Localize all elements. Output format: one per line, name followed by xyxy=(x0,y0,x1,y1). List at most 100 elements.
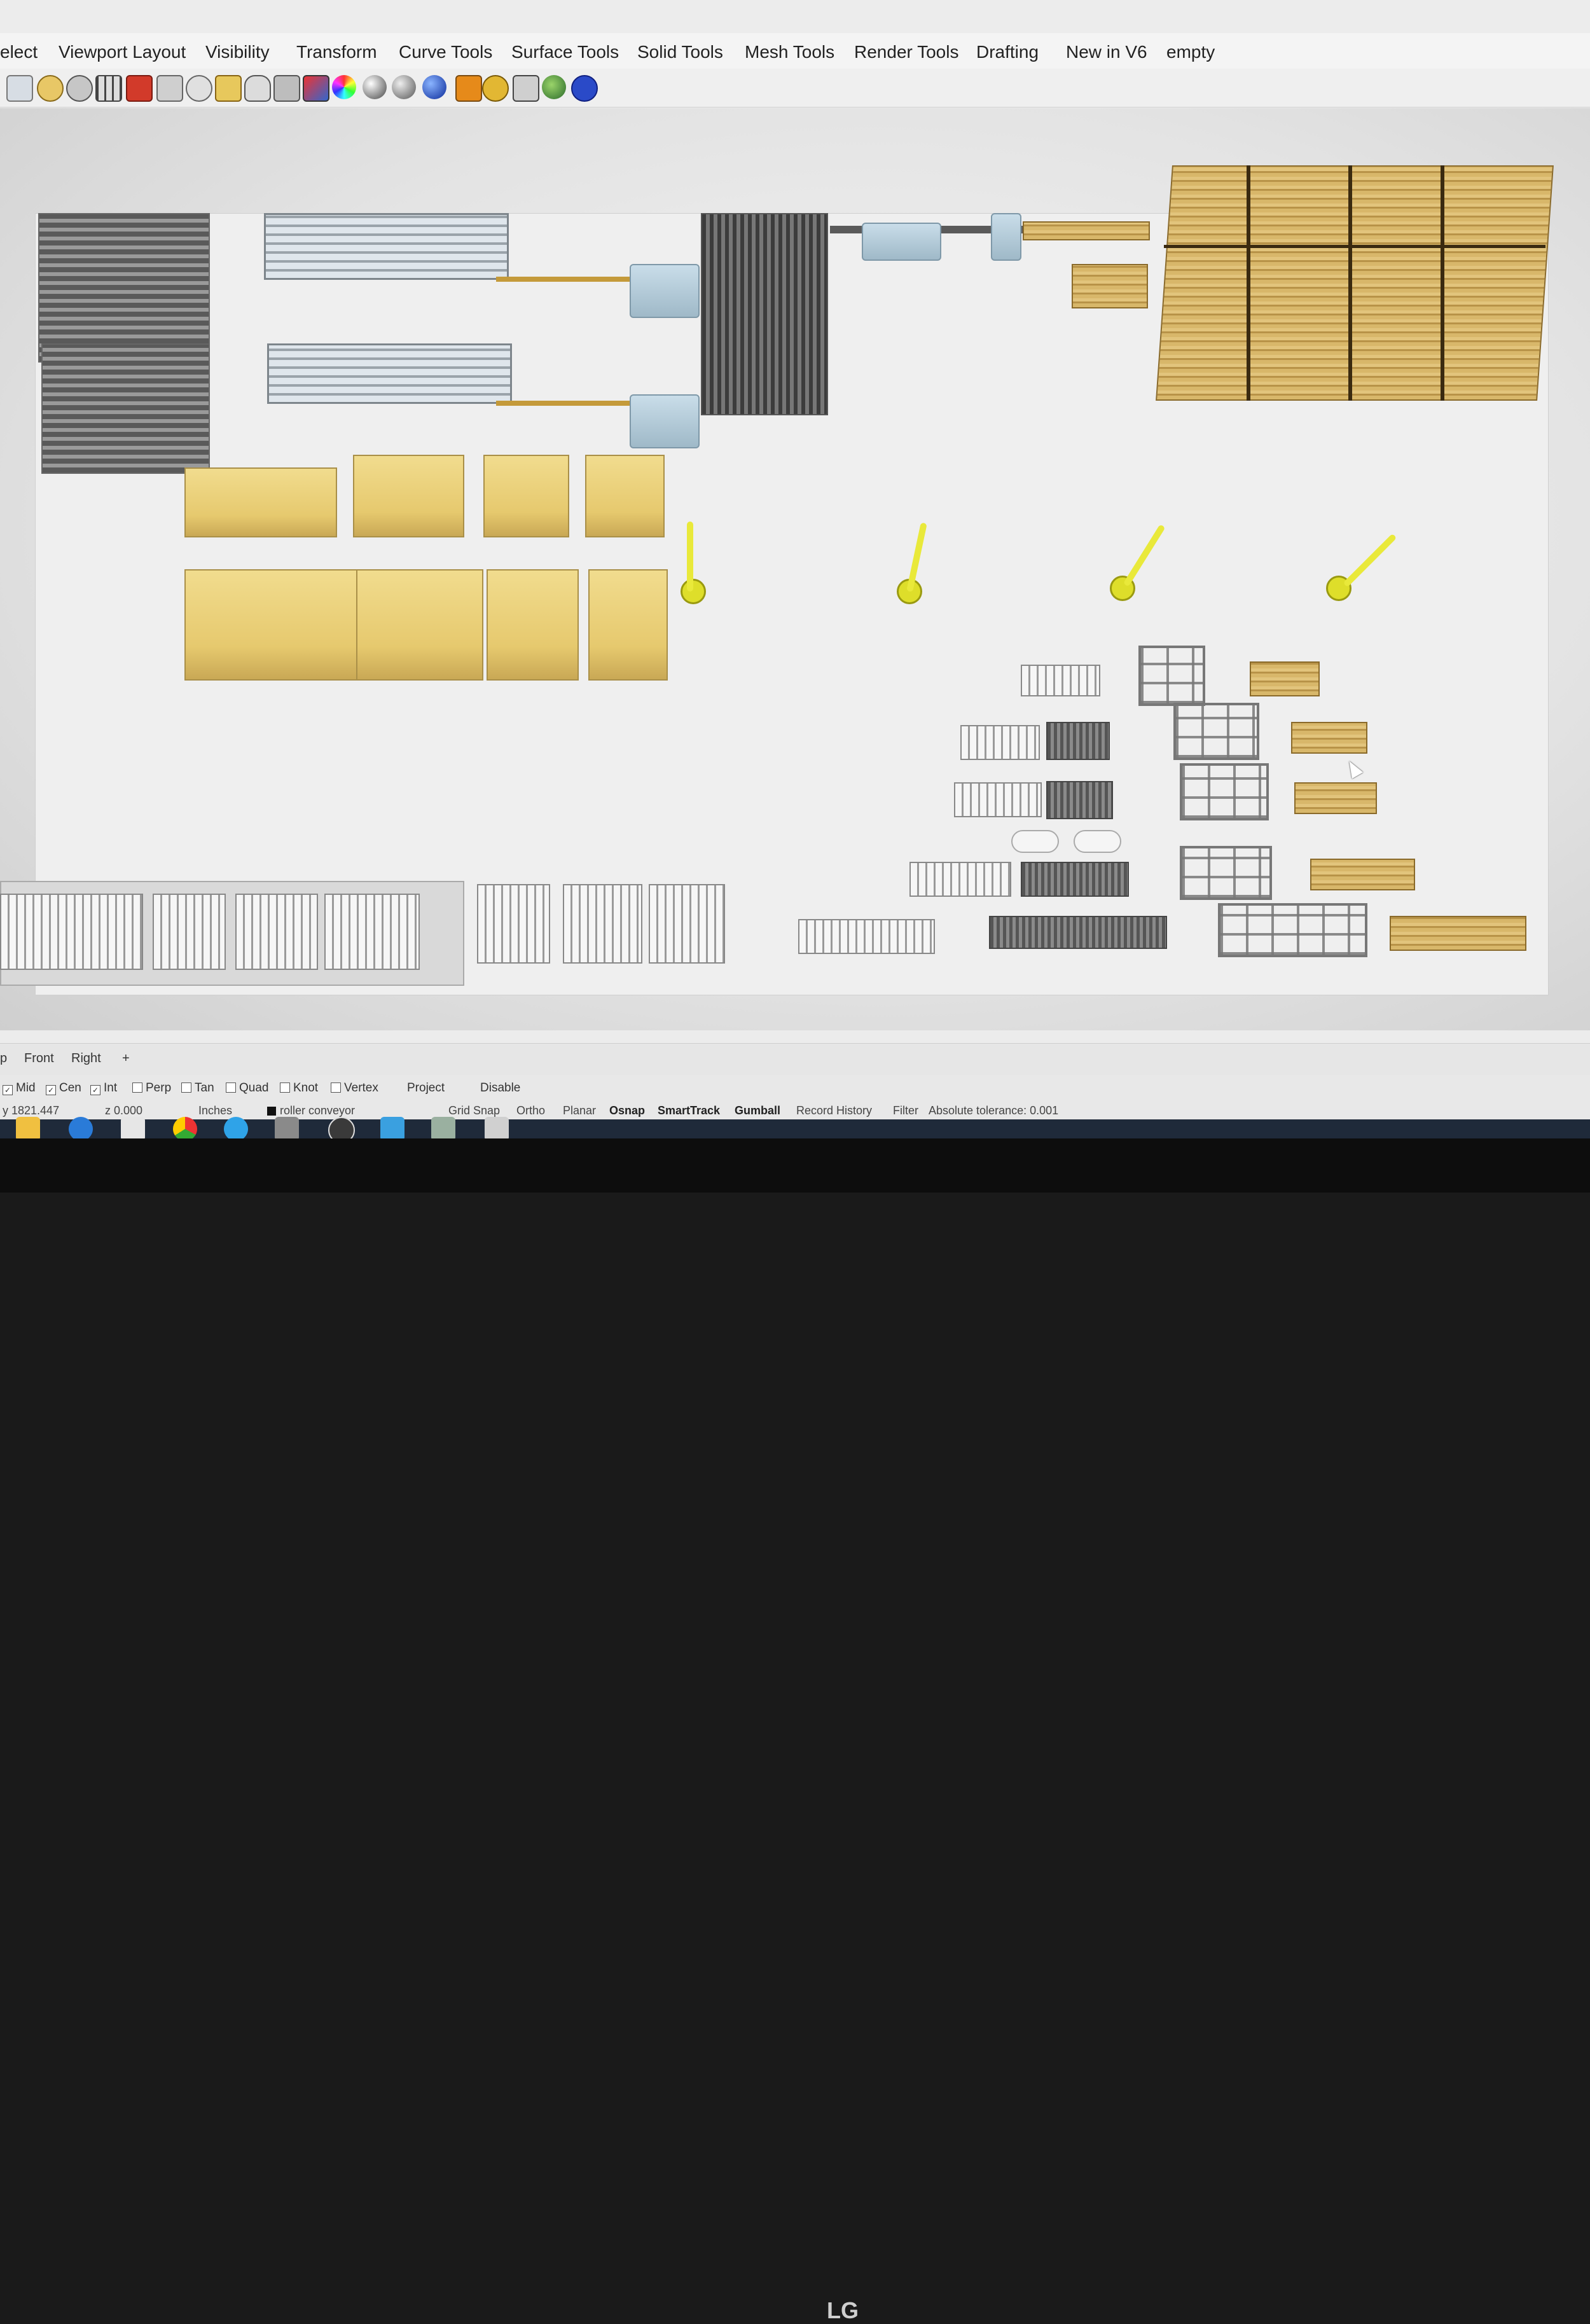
tab-render-tools[interactable]: Render Tools xyxy=(854,42,958,62)
tab-transform[interactable]: Transform xyxy=(296,42,377,62)
filter-button[interactable]: Filter xyxy=(893,1104,918,1117)
tab-empty[interactable]: empty xyxy=(1166,42,1215,62)
tab-solid-tools[interactable]: Solid Tools xyxy=(637,42,723,62)
osnap-label: Mid xyxy=(16,1081,36,1095)
box-stack-3a xyxy=(483,455,569,537)
chrome-icon[interactable] xyxy=(173,1117,197,1138)
app-icon[interactable] xyxy=(380,1117,404,1138)
white-pallet-c xyxy=(954,782,1042,817)
add-viewport-button[interactable]: + xyxy=(122,1051,130,1066)
pallet-rack-upper xyxy=(38,213,210,363)
rotate-view-icon[interactable] xyxy=(66,75,93,102)
grid-icon[interactable] xyxy=(95,75,122,102)
osnap-disable[interactable]: Disable xyxy=(480,1081,520,1095)
sketchup-icon[interactable] xyxy=(431,1117,455,1138)
light-icon[interactable] xyxy=(244,75,271,102)
osnap-vertex[interactable]: Vertex xyxy=(331,1081,378,1095)
osnap-toggle[interactable]: Osnap xyxy=(609,1104,645,1117)
tab-right[interactable]: Right xyxy=(71,1051,101,1066)
robot-1 xyxy=(681,579,706,604)
box-stack-4b xyxy=(588,569,668,681)
edge-icon[interactable] xyxy=(69,1117,93,1138)
osnap-mid[interactable]: ✓ Mid xyxy=(3,1081,36,1095)
ribbon-tabs: elect Viewport Layout Visibility Transfo… xyxy=(0,33,1590,69)
smarttrack-toggle[interactable]: SmartTrack xyxy=(658,1104,720,1117)
tab-viewport-layout[interactable]: Viewport Layout xyxy=(59,42,186,62)
checkbox-icon xyxy=(331,1082,341,1093)
osnap-quad[interactable]: Quad xyxy=(226,1081,268,1095)
checkbox-icon xyxy=(181,1082,191,1093)
tab-perspective[interactable]: p xyxy=(0,1051,7,1066)
tab-drafting[interactable]: Drafting xyxy=(976,42,1039,62)
tab-select[interactable]: elect xyxy=(0,42,38,62)
stack-gap-2 xyxy=(1348,165,1352,401)
toolbar xyxy=(0,69,1590,107)
checkbox-icon xyxy=(280,1082,290,1093)
tab-mesh-tools[interactable]: Mesh Tools xyxy=(745,42,834,62)
rhino-window: elect Viewport Layout Visibility Transfo… xyxy=(0,0,1590,1138)
top-machine-a xyxy=(862,223,941,261)
car-icon[interactable] xyxy=(126,75,153,102)
grey-pallet-e xyxy=(989,916,1167,949)
zoom-selected-icon[interactable] xyxy=(215,75,242,102)
tab-visibility[interactable]: Visibility xyxy=(205,42,270,62)
osnap-label: Tan xyxy=(195,1081,214,1095)
osnap-cen[interactable]: ✓ Cen xyxy=(46,1081,81,1095)
checkbox-icon xyxy=(226,1082,236,1093)
zoom-extents-icon[interactable] xyxy=(6,75,33,102)
mail-icon[interactable] xyxy=(121,1117,145,1138)
cage-b xyxy=(1173,703,1259,760)
osnap-label: Knot xyxy=(293,1081,319,1095)
tab-curve-tools[interactable]: Curve Tools xyxy=(399,42,492,62)
shaded-sphere-icon[interactable] xyxy=(363,75,387,99)
grey-pallet-b xyxy=(1046,722,1110,760)
tolerance-label: Absolute tolerance: 0.001 xyxy=(929,1104,1059,1117)
y-coordinate: y 1821.447 xyxy=(3,1104,60,1117)
xbox-icon[interactable] xyxy=(328,1117,355,1138)
white-stack-2 xyxy=(153,894,226,970)
roller-conveyor-upper xyxy=(264,213,509,280)
calculator-icon[interactable] xyxy=(485,1117,509,1138)
osnap-perp[interactable]: Perp xyxy=(132,1081,171,1095)
grid-snap-toggle[interactable]: Grid Snap xyxy=(448,1104,500,1117)
cage-e xyxy=(1218,903,1367,957)
osnap-project[interactable]: Project xyxy=(407,1081,445,1095)
planar-toggle[interactable]: Planar xyxy=(563,1104,596,1117)
lock-icon[interactable] xyxy=(273,75,300,102)
zoom-window-icon[interactable] xyxy=(37,75,64,102)
tab-new-in-v6[interactable]: New in V6 xyxy=(1066,42,1147,62)
box-stack-4a xyxy=(585,455,665,537)
skype-icon[interactable] xyxy=(224,1117,248,1138)
wood-pallet-d xyxy=(1310,859,1415,890)
help-icon[interactable] xyxy=(571,75,598,102)
tab-front[interactable]: Front xyxy=(24,1051,54,1066)
flag-icon[interactable] xyxy=(455,75,482,102)
osnap-tan[interactable]: Tan xyxy=(181,1081,214,1095)
color-wheel-icon[interactable] xyxy=(332,75,356,99)
render-sphere-icon[interactable] xyxy=(392,75,416,99)
tab-surface-tools[interactable]: Surface Tools xyxy=(511,42,619,62)
lg-logo: LG xyxy=(827,2297,859,2323)
osnap-label: Cen xyxy=(59,1081,81,1095)
globe-icon[interactable] xyxy=(542,75,566,99)
white-stack-7 xyxy=(649,884,725,964)
current-layer[interactable]: roller conveyor xyxy=(267,1104,355,1117)
select-icon[interactable] xyxy=(156,75,183,102)
network-icon[interactable] xyxy=(513,75,539,102)
grey-pallet-d xyxy=(1021,862,1129,897)
rhino-icon[interactable] xyxy=(275,1117,299,1138)
record-history-toggle[interactable]: Record History xyxy=(796,1104,872,1117)
osnap-knot[interactable]: Knot xyxy=(280,1081,318,1095)
gear-icon[interactable] xyxy=(482,75,509,102)
zoom-out-icon[interactable] xyxy=(186,75,212,102)
osnap-int[interactable]: ✓ Int xyxy=(90,1081,117,1095)
file-explorer-icon[interactable] xyxy=(16,1117,40,1138)
blue-sphere-icon[interactable] xyxy=(422,75,446,99)
ortho-toggle[interactable]: Ortho xyxy=(516,1104,545,1117)
transfer-rail-upper xyxy=(496,277,636,282)
perspective-viewport[interactable] xyxy=(0,108,1590,1030)
wood-pallet-b xyxy=(1291,722,1367,754)
gumball-toggle[interactable]: Gumball xyxy=(735,1104,780,1117)
material-icon[interactable] xyxy=(303,75,329,102)
white-pallet-a xyxy=(1021,665,1100,696)
